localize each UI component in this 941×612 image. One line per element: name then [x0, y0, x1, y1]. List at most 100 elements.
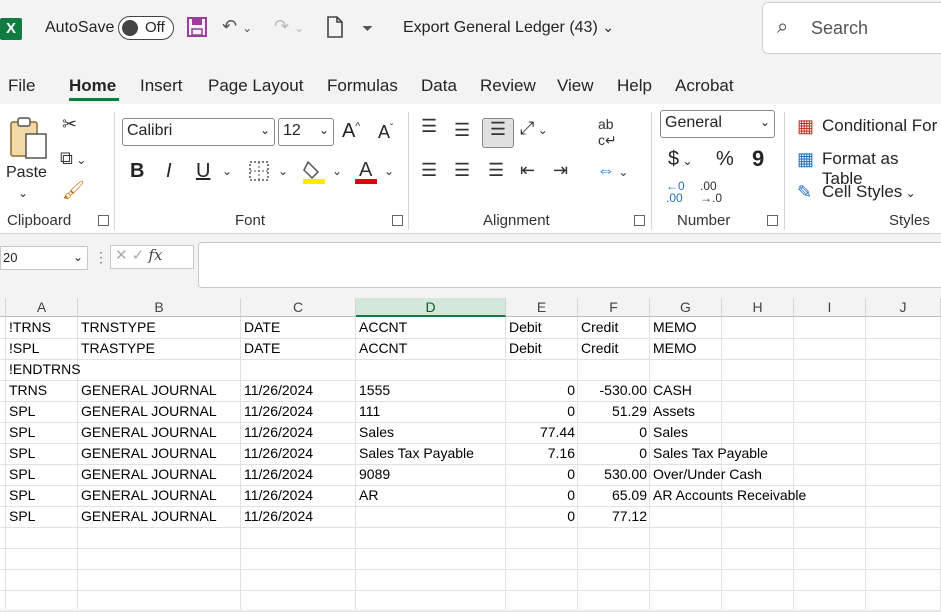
- cell-e6[interactable]: 77.44: [509, 422, 575, 443]
- cell-a5[interactable]: SPL: [9, 401, 75, 422]
- cell-d9[interactable]: AR: [359, 485, 503, 506]
- cell-b5[interactable]: GENERAL JOURNAL: [81, 401, 238, 422]
- cell-c6[interactable]: 11/26/2024: [244, 422, 353, 443]
- cell-f8[interactable]: 530.00: [581, 464, 647, 485]
- select-all-corner[interactable]: [0, 298, 6, 317]
- cell-g2[interactable]: MEMO: [653, 338, 933, 359]
- cell-a7[interactable]: SPL: [9, 443, 75, 464]
- cell-c9[interactable]: 11/26/2024: [244, 485, 353, 506]
- tab-review[interactable]: Review: [480, 76, 536, 96]
- formula-input[interactable]: [198, 242, 941, 288]
- cell-e9[interactable]: 0: [509, 485, 575, 506]
- worksheet-grid[interactable]: A B C D E F G H I J !TRNS TRNSTYPE DATE ACCNT Debit Cre…: [0, 298, 941, 612]
- cell-b6[interactable]: GENERAL JOURNAL: [81, 422, 238, 443]
- cell-e4[interactable]: 0: [509, 380, 575, 401]
- cell-f6[interactable]: 0: [581, 422, 647, 443]
- comma-style-button[interactable]: 9: [752, 146, 764, 172]
- tab-file[interactable]: File: [8, 76, 35, 96]
- cell-e8[interactable]: 0: [509, 464, 575, 485]
- decrease-font-icon[interactable]: Aˇ: [378, 122, 393, 143]
- fill-color-icon[interactable]: [302, 158, 326, 189]
- cell-g7[interactable]: Sales Tax Payable: [653, 443, 933, 464]
- orientation-icon[interactable]: ⤢ ⌄: [520, 118, 548, 139]
- cell-b1[interactable]: TRNSTYPE: [81, 317, 238, 338]
- cell-f9[interactable]: 65.09: [581, 485, 647, 506]
- cell-e5[interactable]: 0: [509, 401, 575, 422]
- column-header-g[interactable]: G: [650, 298, 722, 317]
- column-header-a[interactable]: A: [6, 298, 78, 317]
- cell-g8[interactable]: Over/Under Cash: [653, 464, 933, 485]
- font-name-select[interactable]: Calibri ⌄: [122, 118, 275, 146]
- search-box[interactable]: ⌕ Search: [762, 2, 941, 54]
- top-align-icon[interactable]: ☰: [421, 116, 437, 137]
- column-header-h[interactable]: H: [722, 298, 794, 317]
- paste-dropdown-icon[interactable]: ⌄: [18, 186, 28, 200]
- tab-page-layout[interactable]: Page Layout: [208, 76, 303, 96]
- redo-icon[interactable]: ↷ ⌄: [274, 16, 304, 37]
- increase-font-icon[interactable]: A^: [342, 120, 360, 143]
- decrease-decimal-icon[interactable]: .00 →.0: [700, 180, 722, 204]
- cell-c10[interactable]: 11/26/2024: [244, 506, 353, 527]
- tab-home[interactable]: Home: [69, 76, 116, 96]
- alignment-launcher-icon[interactable]: [634, 215, 645, 226]
- cell-c8[interactable]: 11/26/2024: [244, 464, 353, 485]
- middle-align-icon[interactable]: ☰: [454, 120, 470, 141]
- percent-style-button[interactable]: %: [716, 148, 734, 171]
- cell-g9[interactable]: AR Accounts Receivable: [653, 485, 933, 506]
- cell-e10[interactable]: 0: [509, 506, 575, 527]
- borders-icon[interactable]: [248, 160, 270, 187]
- cell-e7[interactable]: 7.16: [509, 443, 575, 464]
- decrease-indent-icon[interactable]: ⇤: [520, 160, 535, 181]
- font-color-dropdown-icon[interactable]: ⌄: [384, 164, 394, 178]
- tab-acrobat[interactable]: Acrobat: [675, 76, 734, 96]
- cell-c5[interactable]: 11/26/2024: [244, 401, 353, 422]
- cell-b10[interactable]: GENERAL JOURNAL: [81, 506, 238, 527]
- underline-button[interactable]: U: [196, 160, 210, 183]
- cell-a1[interactable]: !TRNS: [9, 317, 75, 338]
- tab-view[interactable]: View: [557, 76, 594, 96]
- column-header-e[interactable]: E: [506, 298, 578, 317]
- column-header-c[interactable]: C: [241, 298, 356, 317]
- name-box[interactable]: 20 ⌄: [0, 246, 88, 270]
- cell-a2[interactable]: !SPL: [9, 338, 75, 359]
- cell-styles-button[interactable]: Cell Styles ⌄: [822, 182, 916, 202]
- tab-insert[interactable]: Insert: [140, 76, 183, 96]
- align-left-icon[interactable]: ☰: [421, 160, 437, 181]
- cell-d8[interactable]: 9089: [359, 464, 503, 485]
- column-header-i[interactable]: I: [794, 298, 866, 317]
- insert-function-icon[interactable]: fx: [149, 246, 163, 264]
- cell-d7[interactable]: Sales Tax Payable: [359, 443, 503, 464]
- format-painter-icon[interactable]: 🖌: [62, 180, 85, 201]
- underline-dropdown-icon[interactable]: ⌄: [222, 164, 232, 178]
- clipboard-launcher-icon[interactable]: [98, 215, 109, 226]
- save-icon[interactable]: [186, 16, 208, 43]
- cell-f7[interactable]: 0: [581, 443, 647, 464]
- align-center-icon[interactable]: ☰: [454, 160, 470, 181]
- cell-c1[interactable]: DATE: [244, 317, 353, 338]
- cell-f1[interactable]: Credit: [581, 317, 647, 338]
- fill-color-dropdown-icon[interactable]: ⌄: [332, 164, 342, 178]
- cell-d4[interactable]: 1555: [359, 380, 503, 401]
- increase-decimal-icon[interactable]: ←0.00: [666, 180, 685, 204]
- bottom-align-icon[interactable]: ☰: [482, 118, 514, 148]
- cell-b2[interactable]: TRASTYPE: [81, 338, 238, 359]
- cell-f4[interactable]: -530.00: [581, 380, 647, 401]
- enter-icon[interactable]: ✓: [132, 247, 145, 264]
- customize-toolbar-icon[interactable]: ⏷: [362, 20, 373, 37]
- cell-b9[interactable]: GENERAL JOURNAL: [81, 485, 238, 506]
- increase-indent-icon[interactable]: ⇥: [553, 160, 568, 181]
- cell-b4[interactable]: GENERAL JOURNAL: [81, 380, 238, 401]
- cell-a10[interactable]: SPL: [9, 506, 75, 527]
- tab-help[interactable]: Help: [617, 76, 652, 96]
- column-header-b[interactable]: B: [78, 298, 241, 317]
- cell-f10[interactable]: 77.12: [581, 506, 647, 527]
- column-header-d[interactable]: D: [356, 298, 506, 317]
- number-format-select[interactable]: General ⌄: [660, 110, 775, 138]
- document-title[interactable]: Export General Ledger (43) ⌄: [403, 19, 614, 37]
- cell-e1[interactable]: Debit: [509, 317, 575, 338]
- column-header-j[interactable]: J: [866, 298, 941, 317]
- cancel-icon[interactable]: ✕: [115, 247, 128, 264]
- align-right-icon[interactable]: ☰: [488, 160, 504, 181]
- cell-a3[interactable]: !ENDTRNS: [9, 359, 81, 380]
- cell-d5[interactable]: 111: [359, 401, 503, 422]
